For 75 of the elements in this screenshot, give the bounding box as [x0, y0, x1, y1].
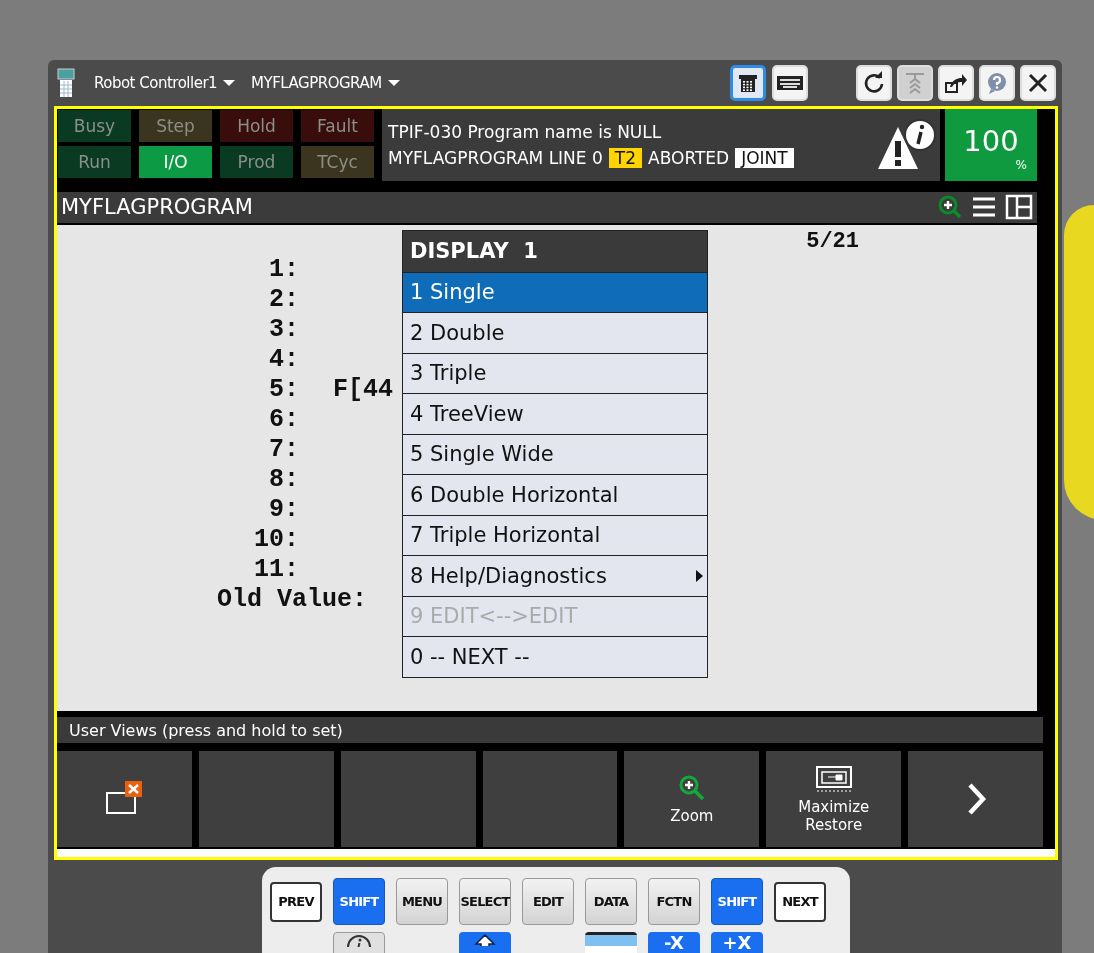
page-key[interactable]: NEXT — [774, 881, 826, 922]
line-number: 8: — [268, 465, 299, 495]
keypad-key[interactable]: DATA — [585, 878, 637, 925]
status-lamp: Run — [58, 146, 131, 178]
info-icon — [344, 933, 374, 947]
keyboard-view-button[interactable] — [772, 65, 808, 101]
jog-key[interactable]: +X — [711, 932, 763, 953]
keypad-key[interactable]: FCTN — [648, 878, 700, 925]
override-value: 100 — [963, 123, 1019, 158]
status-lamp: Busy — [58, 110, 131, 142]
program-instruction: F[44 — [333, 375, 393, 405]
jog-key[interactable]: -X — [648, 932, 700, 953]
controller-dropdown[interactable]: Robot Controller1 — [90, 74, 240, 92]
menu-item[interactable]: 0 -- NEXT -- — [403, 636, 707, 677]
maximize-window-icon — [813, 764, 854, 795]
status-lamp: TCyc — [301, 146, 374, 178]
menu-item[interactable]: 8 Help/Diagnostics — [403, 555, 707, 596]
status-lamp: I/O — [139, 146, 212, 178]
line-number: 5: — [268, 375, 299, 405]
shift-key[interactable]: SHIFT — [711, 878, 763, 925]
menu-item[interactable]: 5 Single Wide — [403, 433, 707, 475]
user-views-hint: User Views (press and hold to set) — [69, 720, 343, 740]
caret-icon — [387, 80, 400, 86]
shift-key[interactable]: SHIFT — [333, 878, 385, 925]
menu-item[interactable]: 7 Triple Horizontal — [403, 514, 707, 556]
close-icon — [1026, 71, 1050, 95]
line-number: 10: — [253, 525, 299, 555]
refresh-icon — [862, 71, 886, 95]
line-position: 5/21 — [806, 228, 859, 255]
close-window-key[interactable] — [57, 751, 192, 847]
maximize-key[interactable]: Maximize Restore — [766, 751, 902, 847]
line-number: 7: — [268, 435, 299, 465]
program-line: MYFLAGPROGRAM LINE 0 — [388, 147, 603, 168]
program-dropdown[interactable]: MYFLAGPROGRAM — [247, 74, 404, 92]
page-key[interactable]: PREV — [270, 881, 322, 922]
alarm-message: TPIF-030 Program name is NULL — [388, 121, 663, 142]
help-button[interactable] — [979, 65, 1015, 101]
pendant-view-button[interactable] — [730, 65, 766, 101]
menu-item[interactable]: 1 Single — [403, 271, 707, 313]
menu-item[interactable]: 3 Triple — [403, 352, 707, 394]
pendant-icon — [56, 67, 76, 99]
line-number: 4: — [268, 345, 299, 375]
menu-item[interactable]: 4 TreeView — [403, 393, 707, 434]
program-title: MYFLAGPROGRAM — [61, 195, 253, 220]
close-button[interactable] — [1020, 65, 1056, 101]
caret-icon — [223, 80, 236, 86]
keypad-key[interactable]: SELECT — [459, 878, 511, 925]
status-lamp: Fault — [301, 110, 374, 142]
program-state: ABORTED — [648, 147, 730, 168]
zoom-icon[interactable] — [937, 194, 963, 221]
speed-override[interactable]: 100 % — [945, 109, 1037, 181]
chevron-stack-icon — [903, 71, 927, 95]
menu-item[interactable]: 6 Double Horizontal — [403, 474, 707, 515]
coordinate-indicator: JOINT — [735, 147, 794, 168]
line-number: 11: — [253, 555, 299, 585]
keyboard-icon — [776, 73, 804, 93]
split-view-icon[interactable] — [1005, 194, 1033, 221]
zoom-key[interactable]: Zoom — [624, 751, 760, 847]
menu-item[interactable]: 2 Double — [403, 312, 707, 353]
refresh-button[interactable] — [856, 65, 892, 101]
menu-title: DISPLAY 1 — [403, 230, 707, 272]
line-number: 9: — [268, 495, 299, 525]
override-unit: % — [1015, 157, 1027, 172]
line-number: 1: — [268, 255, 299, 285]
status-lamp: Hold — [220, 110, 293, 142]
line-number: 2: — [268, 285, 299, 315]
export-button[interactable] — [938, 65, 974, 101]
mode-indicator: T2 — [608, 147, 642, 168]
status-lamp: Prod — [220, 146, 293, 178]
status-lamp: Step — [139, 110, 212, 142]
help-icon — [985, 71, 1009, 95]
line-number: 6: — [268, 405, 299, 435]
keypad-key[interactable]: MENU — [396, 878, 448, 925]
keypad-key[interactable]: EDIT — [522, 878, 574, 925]
line-number: 3: — [268, 315, 299, 345]
